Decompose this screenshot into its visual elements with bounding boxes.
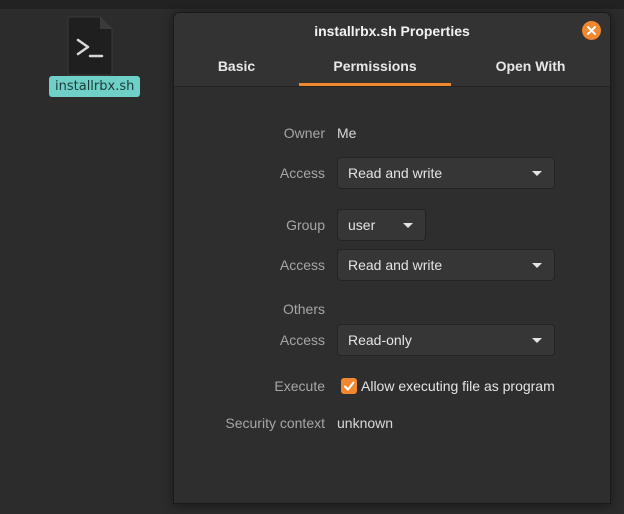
security-context-label: Security context — [225, 415, 325, 431]
file-name-label[interactable]: installrbx.sh — [49, 76, 141, 97]
dialog-titlebar[interactable]: installrbx.sh Properties — [174, 13, 610, 50]
execute-checkbox-label[interactable]: Allow executing file as program — [361, 378, 555, 394]
group-access-value: Read and write — [348, 257, 443, 273]
chevron-down-icon — [403, 223, 413, 228]
owner-access-dropdown[interactable]: Read and write — [337, 157, 555, 189]
others-access-dropdown[interactable]: Read-only — [337, 324, 555, 356]
owner-value: Me — [337, 125, 357, 141]
group-value: user — [348, 217, 376, 233]
tab-permissions[interactable]: Permissions — [299, 50, 451, 86]
owner-access-value: Read and write — [348, 165, 443, 181]
group-access-label: Access — [279, 257, 325, 273]
tab-bar: Basic Permissions Open With — [174, 50, 610, 87]
group-access-dropdown[interactable]: Read and write — [337, 249, 555, 281]
chevron-down-icon — [532, 171, 542, 176]
execute-label: Execute — [274, 378, 325, 394]
others-access-value: Read-only — [348, 332, 412, 348]
close-button[interactable] — [582, 21, 601, 40]
properties-dialog: installrbx.sh Properties Basic Permissio… — [173, 12, 611, 504]
chevron-down-icon — [532, 338, 542, 343]
owner-label: Owner — [283, 125, 325, 141]
close-icon — [587, 26, 596, 35]
group-label: Group — [286, 217, 325, 233]
owner-access-label: Access — [279, 165, 325, 181]
chevron-down-icon — [532, 263, 542, 268]
desktop: installrbx.sh installrbx.sh Properties B… — [0, 0, 624, 514]
checkmark-icon — [344, 381, 355, 391]
execute-checkbox[interactable] — [341, 378, 357, 394]
security-context-value: unknown — [337, 415, 394, 431]
terminal-script-icon[interactable] — [66, 16, 114, 76]
dialog-title: installrbx.sh Properties — [314, 23, 470, 39]
group-dropdown[interactable]: user — [337, 209, 426, 241]
others-label: Others — [282, 301, 325, 317]
permissions-panel: Owner Me Access Read and write Group use… — [174, 87, 610, 503]
tab-basic[interactable]: Basic — [174, 50, 299, 86]
others-access-label: Access — [279, 332, 325, 348]
tab-open-with[interactable]: Open With — [451, 50, 610, 86]
top-panel — [0, 0, 624, 9]
